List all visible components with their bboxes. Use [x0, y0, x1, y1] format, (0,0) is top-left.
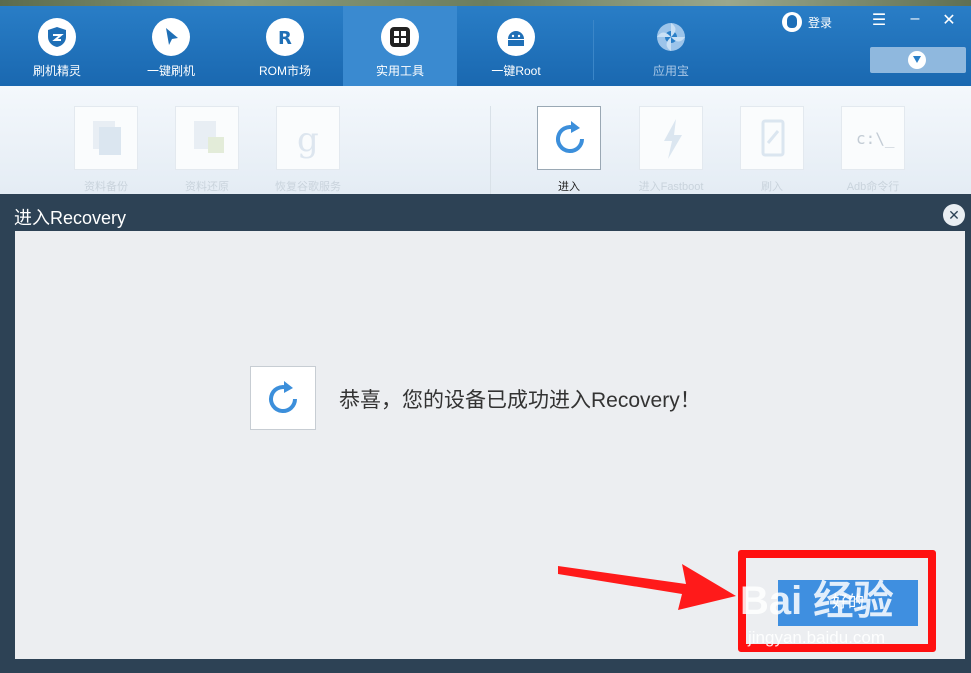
grid-icon [381, 18, 419, 56]
nav-item-label: 一键刷机 [146, 64, 195, 78]
login-label: 登录 [808, 15, 833, 30]
red-arrow-annotation [558, 564, 736, 610]
svg-text:g: g [297, 120, 319, 160]
tool-strip: 资料备份 资料还原 g 恢复谷歌服务 进入Recovery 进入Fastboot… [0, 86, 971, 206]
baidu-watermark-url: jingyan.baidu.com [748, 628, 886, 647]
tablet-icon [740, 106, 804, 170]
success-message: 恭喜，您的设备已成功进入Recovery！ [339, 389, 701, 412]
tool-enter-recovery[interactable]: 进入Recovery [536, 106, 602, 206]
tool-label: 进入Fastboot [638, 181, 704, 193]
nav-item-label: 应用宝 [652, 64, 689, 78]
nav-item-label: 实用工具 [375, 64, 424, 78]
doc-restore-icon [175, 106, 239, 170]
nav-item-yingyongbao[interactable]: 应用宝 [614, 6, 728, 86]
nav-divider [593, 20, 594, 80]
nav-item-tools[interactable]: 实用工具 [343, 6, 457, 86]
cursor-icon [152, 18, 190, 56]
lightning-icon [639, 106, 703, 170]
nav-item-label: 刷机精灵 [32, 64, 81, 78]
close-window-icon[interactable]: ✕ [938, 10, 960, 30]
svg-text:R: R [278, 28, 292, 49]
tool-data-backup[interactable]: 资料备份 [73, 106, 139, 194]
refresh-icon [537, 106, 601, 170]
nav-item-one-click-root[interactable]: 一键Root [459, 6, 573, 86]
terminal-icon: c:\_ [841, 106, 905, 170]
shield-icon [38, 18, 76, 56]
dialog-title: 进入Recovery [14, 208, 127, 228]
tool-flash-recovery[interactable]: 刷入Recovery [739, 106, 805, 206]
dialog-close-button[interactable]: ✕ [943, 204, 965, 226]
tool-label: 资料还原 [185, 181, 229, 193]
tool-restore-google[interactable]: g 恢复谷歌服务 [275, 106, 341, 194]
nav-item-rom-market[interactable]: R ROM市场 [228, 6, 342, 86]
tool-label: 恢复谷歌服务 [275, 181, 341, 193]
android-icon [497, 18, 535, 56]
refresh-icon [250, 366, 316, 430]
login-button[interactable]: 登录 [782, 12, 832, 32]
r-logo-icon: R [266, 18, 304, 56]
nav-item-shuaji-jingling[interactable]: 刷机精灵 [0, 6, 114, 86]
qq-icon [782, 12, 802, 32]
menu-icon[interactable]: ☰ [868, 10, 890, 30]
terminal-glyph: c:\_ [856, 129, 895, 148]
nav-item-label: 一键Root [491, 64, 541, 78]
minimize-icon[interactable]: – [904, 10, 926, 28]
baidu-watermark: Bai 经验 [740, 579, 894, 623]
google-icon: g [276, 106, 340, 170]
tool-adb-command[interactable]: c:\_ Adb命令行 [840, 106, 906, 194]
nav-item-one-click-flash[interactable]: 一键刷机 [114, 6, 228, 86]
tool-enter-fastboot[interactable]: 进入Fastboot [638, 106, 704, 194]
doc-backup-icon [74, 106, 138, 170]
tool-divider [490, 106, 491, 194]
download-button[interactable] [870, 47, 966, 73]
nav-item-label: ROM市场 [259, 64, 311, 78]
tool-label: 资料备份 [84, 181, 128, 193]
tool-label: Adb命令行 [846, 181, 900, 193]
top-navigation-bar: 刷机精灵 一键刷机 R ROM市场 实用工具 一键Root 应用宝 登录 ☰ –… [0, 0, 971, 86]
download-icon [908, 51, 926, 69]
yingyongbao-icon [652, 18, 690, 56]
tool-data-restore[interactable]: 资料还原 [174, 106, 240, 194]
